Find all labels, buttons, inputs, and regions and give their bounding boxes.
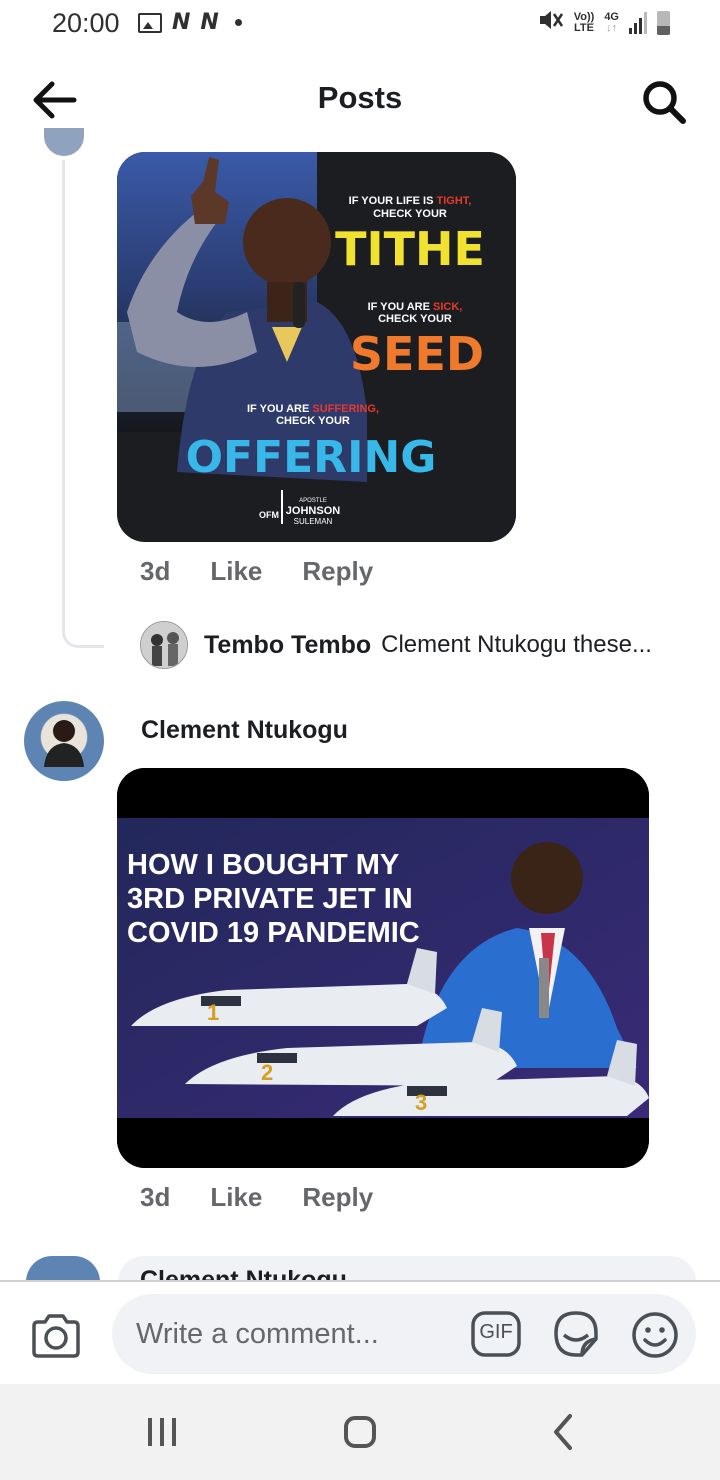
svg-text:3: 3 bbox=[415, 1090, 427, 1115]
n-icon: N bbox=[200, 10, 219, 35]
n-icon: N bbox=[172, 10, 191, 35]
home-button[interactable] bbox=[340, 1412, 380, 1452]
svg-text:CHECK YOUR: CHECK YOUR bbox=[378, 313, 452, 325]
camera-button[interactable] bbox=[30, 1312, 82, 1360]
page-title: Posts bbox=[317, 80, 403, 115]
status-left-icons: N N bbox=[138, 10, 242, 35]
app-header: Posts bbox=[0, 50, 720, 150]
search-icon bbox=[643, 81, 686, 124]
reply-button[interactable]: Reply bbox=[302, 1182, 373, 1213]
comment-actions: 3d Like Reply bbox=[140, 1182, 373, 1213]
avatar[interactable] bbox=[26, 1256, 100, 1282]
nav-back-button[interactable] bbox=[544, 1412, 584, 1452]
comment-image-jets[interactable]: HOW I BOUGHT MY 3RD PRIVATE JET IN COVID… bbox=[117, 768, 649, 1168]
svg-text:IF YOU ARE SICK,: IF YOU ARE SICK, bbox=[368, 301, 463, 313]
svg-text:CHECK YOUR: CHECK YOUR bbox=[276, 415, 350, 427]
recent-apps-icon bbox=[148, 1418, 176, 1446]
like-button[interactable]: Like bbox=[210, 556, 262, 587]
svg-text:IF YOU ARE SUFFERING,: IF YOU ARE SUFFERING, bbox=[247, 403, 379, 415]
svg-text:SULEMAN: SULEMAN bbox=[294, 517, 333, 526]
home-icon bbox=[344, 1416, 376, 1448]
avatar[interactable] bbox=[140, 621, 188, 669]
recent-apps-button[interactable] bbox=[142, 1412, 182, 1452]
nested-reply[interactable]: Tembo Tembo Clement Ntukogu these... bbox=[140, 621, 652, 669]
search-button[interactable] bbox=[640, 78, 688, 126]
comment-input[interactable] bbox=[136, 1312, 456, 1356]
sticker-icon bbox=[554, 1311, 598, 1357]
comment-image-tithe[interactable]: IF YOUR LIFE IS TIGHT, CHECK YOUR TITHE … bbox=[117, 152, 516, 542]
signal-icon bbox=[629, 12, 647, 34]
reply-preview-text: Clement Ntukogu these... bbox=[381, 631, 652, 658]
comment-bubble[interactable]: Clement Ntukogu bbox=[118, 1256, 696, 1282]
gif-label: GIF bbox=[479, 1321, 513, 1343]
comment-author-name[interactable]: Clement Ntukogu bbox=[141, 716, 348, 745]
status-time: 20:00 bbox=[52, 8, 120, 38]
back-icon bbox=[554, 1414, 572, 1450]
emoji-button[interactable] bbox=[630, 1310, 680, 1360]
tithe-text: TITHE bbox=[335, 222, 485, 276]
seed-text: SEED bbox=[350, 327, 484, 381]
svg-text:OFM: OFM bbox=[259, 510, 279, 520]
jet-headline-1: HOW I BOUGHT MY bbox=[127, 849, 399, 881]
offering-text: OFFERING bbox=[186, 432, 437, 483]
system-nav-bar bbox=[0, 1384, 720, 1480]
comment-actions: 3d Like Reply bbox=[140, 556, 373, 587]
thread-line bbox=[62, 160, 104, 648]
jet-headline-3: COVID 19 PANDEMIC bbox=[127, 917, 420, 949]
svg-text:IF YOUR LIFE IS TIGHT,: IF YOUR LIFE IS TIGHT, bbox=[349, 195, 472, 207]
status-bar: 20:00 N N Vo)) LTE 4G ↓↑ bbox=[0, 0, 720, 50]
status-right-icons: Vo)) LTE 4G ↓↑ bbox=[538, 8, 670, 38]
svg-text:APOSTLE: APOSTLE bbox=[299, 498, 327, 504]
comment-time: 3d bbox=[140, 556, 171, 586]
svg-text:1: 1 bbox=[207, 1000, 219, 1025]
svg-text:CHECK YOUR: CHECK YOUR bbox=[373, 208, 447, 220]
mute-icon bbox=[538, 8, 564, 38]
like-button[interactable]: Like bbox=[210, 1182, 262, 1213]
avatar[interactable] bbox=[24, 701, 104, 781]
svg-text:2: 2 bbox=[261, 1060, 273, 1085]
volte-icon: Vo)) LTE bbox=[573, 11, 595, 34]
dot-icon bbox=[234, 19, 242, 26]
comment-composer: GIF bbox=[0, 1280, 720, 1384]
reply-author-name[interactable]: Tembo Tembo bbox=[204, 631, 371, 660]
4g-icon: 4G ↓↑ bbox=[604, 11, 619, 34]
comment-time: 3d bbox=[140, 1182, 171, 1212]
reply-button[interactable]: Reply bbox=[302, 556, 373, 587]
svg-text:JOHNSON: JOHNSON bbox=[286, 505, 340, 517]
sticker-button[interactable] bbox=[550, 1309, 602, 1359]
camera-icon bbox=[32, 1314, 80, 1358]
emoji-icon bbox=[632, 1312, 678, 1358]
battery-icon bbox=[657, 11, 670, 35]
avatar[interactable] bbox=[44, 128, 84, 156]
image-icon bbox=[138, 12, 162, 33]
gif-button[interactable]: GIF bbox=[471, 1311, 521, 1357]
comment-box[interactable]: GIF bbox=[112, 1294, 696, 1374]
jet-headline-2: 3RD PRIVATE JET IN bbox=[127, 883, 413, 915]
